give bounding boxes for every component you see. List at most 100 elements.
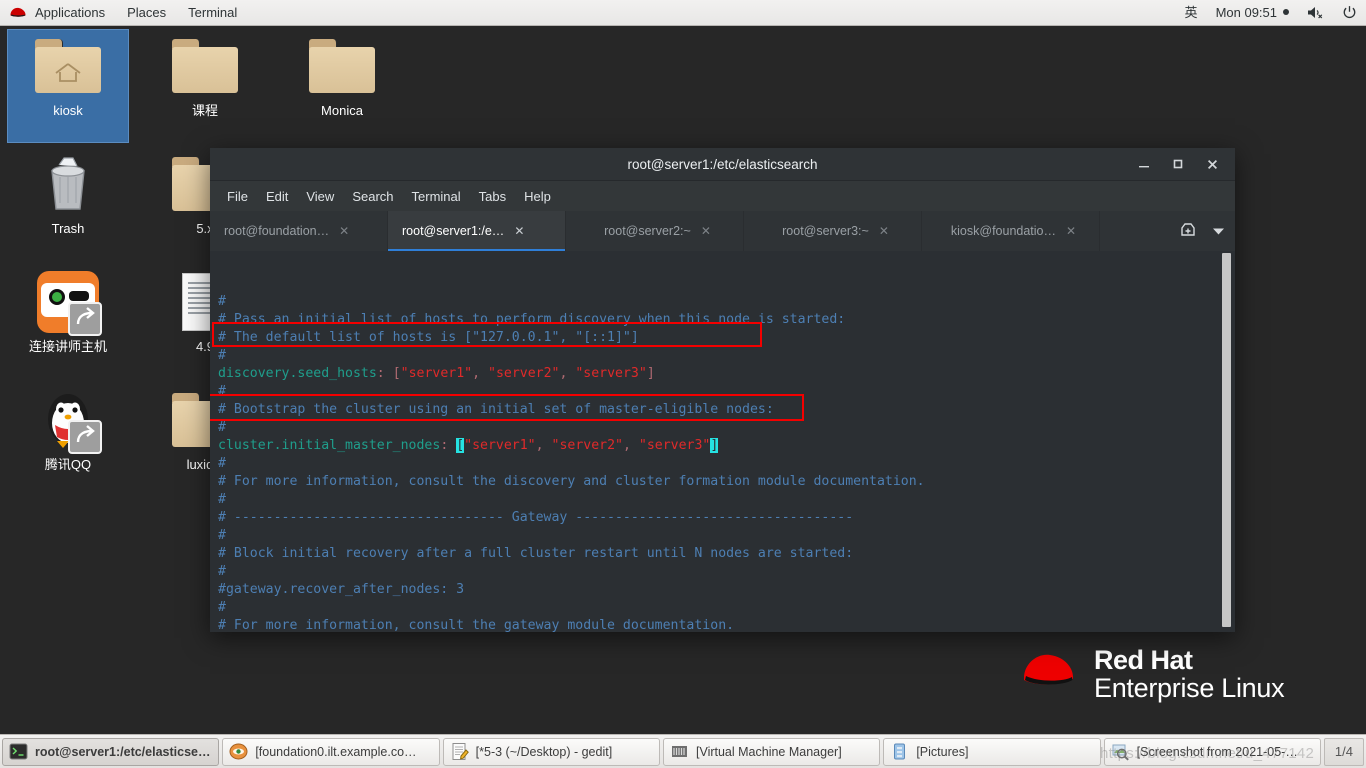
terminal-line: discovery.seed_hosts: ["server1", "serve… <box>218 366 655 381</box>
menu-help[interactable]: Help <box>515 186 560 207</box>
desktop-icon-connect-instructor[interactable]: 连接讲师主机 <box>8 266 128 355</box>
tab-root-server2[interactable]: root@server2:~ ✕ <box>566 211 744 251</box>
desktop: kiosk 课程 Monica Trash 5.x 连接讲师主机 4.9 腾讯Q… <box>0 26 1366 734</box>
files-icon <box>890 742 909 761</box>
input-method-indicator[interactable]: 英 <box>1176 0 1207 25</box>
taskbar-item-label: [Screenshot from 2021-05-… <box>1136 744 1298 759</box>
terminal-line: # <box>218 456 226 471</box>
terminal-scrollbar[interactable] <box>1222 251 1231 632</box>
desktop-icon-label: 连接讲师主机 <box>28 339 107 354</box>
terminal-window: root@server1:/etc/elasticsearch File Edi… <box>210 148 1235 632</box>
terminal-line: # <box>218 528 226 543</box>
folder-icon <box>145 30 265 102</box>
taskbar-item-vncviewer[interactable]: [foundation0.ilt.example.co… <box>222 737 440 766</box>
taskbar-item-label: [*5-3 (~/Desktop) - gedit] <box>475 744 613 759</box>
maximize-button[interactable] <box>1161 148 1195 181</box>
terminal-line: # ---------------------------------- Gat… <box>218 510 854 525</box>
tab-root-foundation[interactable]: root@foundation… ✕ <box>210 211 388 251</box>
scrollbar-thumb[interactable] <box>1222 253 1231 627</box>
desktop-icon-monica[interactable]: Monica <box>282 30 402 119</box>
desktop-icon-qq[interactable]: 腾讯QQ <box>8 384 128 473</box>
image-viewer-icon <box>1111 742 1130 761</box>
redhat-logo-icon[interactable] <box>8 6 28 20</box>
tab-label: root@server3:~ <box>782 224 869 238</box>
terminal-content[interactable]: # # Pass an initial list of hosts to perf… <box>210 251 1235 632</box>
menu-places[interactable]: Places <box>116 0 177 25</box>
menu-applications[interactable]: Applications <box>24 0 116 25</box>
menu-view[interactable]: View <box>297 186 343 207</box>
terminal-line: # <box>218 294 226 309</box>
clock[interactable]: Mon 09:51 <box>1207 0 1298 25</box>
power-icon[interactable] <box>1333 0 1366 25</box>
folder-icon <box>282 30 402 102</box>
tab-label: root@foundation… <box>224 224 330 238</box>
gedit-icon <box>450 742 469 761</box>
redhat-hat-icon <box>1018 650 1080 699</box>
tab-label: root@server1:/e… <box>402 224 505 238</box>
window-titlebar[interactable]: root@server1:/etc/elasticsearch <box>210 148 1235 181</box>
terminal-menubar: File Edit View Search Terminal Tabs Help <box>210 181 1235 211</box>
tab-label: root@server2:~ <box>604 224 691 238</box>
workspace-pager[interactable]: 1/4 <box>1323 737 1364 766</box>
menu-file[interactable]: File <box>218 186 257 207</box>
terminal-line: # For more information, consult the gate… <box>218 618 735 632</box>
desktop-icon-label: Monica <box>321 103 363 118</box>
tab-root-server1[interactable]: root@server1:/e… ✕ <box>388 211 566 251</box>
new-tab-icon[interactable] <box>1180 222 1196 240</box>
terminal-line: # <box>218 384 226 399</box>
taskbar-item-vmm[interactable]: [Virtual Machine Manager] <box>662 737 881 766</box>
home-folder-icon <box>8 30 128 102</box>
terminal-line: cluster.initial_master_nodes: ["server1"… <box>218 438 719 453</box>
terminal-line: # <box>218 420 226 435</box>
taskbar-item-label: [Pictures] <box>916 744 969 759</box>
volume-muted-icon[interactable] <box>1298 0 1333 25</box>
terminal-line: # The default list of hosts is ["127.0.0… <box>218 330 639 345</box>
menu-tabs[interactable]: Tabs <box>470 186 515 207</box>
tab-close-icon[interactable]: ✕ <box>879 224 889 238</box>
desktop-icon-kecheng[interactable]: 课程 <box>145 30 265 119</box>
taskbar-item-gedit[interactable]: [*5-3 (~/Desktop) - gedit] <box>442 737 660 766</box>
menu-edit[interactable]: Edit <box>257 186 297 207</box>
app-shortcut-icon <box>8 266 128 338</box>
taskbar-item-label: [foundation0.ilt.example.co… <box>255 744 417 759</box>
tab-close-icon[interactable]: ✕ <box>701 224 711 238</box>
window-title: root@server1:/etc/elasticsearch <box>627 156 818 172</box>
tab-kiosk-foundation[interactable]: kiosk@foundatio… ✕ <box>922 211 1100 251</box>
menu-search[interactable]: Search <box>343 186 402 207</box>
vmm-icon <box>670 742 689 761</box>
tab-close-icon[interactable]: ✕ <box>1066 224 1076 238</box>
tab-close-icon[interactable]: ✕ <box>339 224 349 238</box>
top-panel: Applications Places Terminal 英 Mon 09:51 <box>0 0 1366 26</box>
terminal-line: # <box>218 492 226 507</box>
taskbar-item-pictures[interactable]: [Pictures] <box>883 737 1101 766</box>
brand-line-2: Enterprise Linux <box>1094 673 1285 704</box>
rhel-brand: Red Hat Enterprise Linux <box>1018 645 1285 704</box>
taskbar-item-terminal[interactable]: root@server1:/etc/elasticse… <box>2 737 220 766</box>
desktop-icon-kiosk[interactable]: kiosk <box>7 29 129 143</box>
taskbar: root@server1:/etc/elasticse… [foundation… <box>0 734 1366 768</box>
desktop-icon-trash[interactable]: Trash <box>8 148 128 237</box>
terminal-line: #gateway.recover_after_nodes: 3 <box>218 582 465 597</box>
terminal-line: # <box>218 600 226 615</box>
terminal-tabbar: root@foundation… ✕ root@server1:/e… ✕ ro… <box>210 211 1235 251</box>
vnc-viewer-icon <box>229 742 248 761</box>
menu-terminal[interactable]: Terminal <box>403 186 470 207</box>
taskbar-item-screenshot[interactable]: [Screenshot from 2021-05-… <box>1103 737 1321 766</box>
terminal-icon <box>9 742 28 761</box>
tab-root-server3[interactable]: root@server3:~ ✕ <box>744 211 922 251</box>
desktop-icon-label: kiosk <box>53 103 83 118</box>
menu-terminal[interactable]: Terminal <box>177 0 248 25</box>
taskbar-item-label: [Virtual Machine Manager] <box>695 744 842 759</box>
tab-label: kiosk@foundatio… <box>950 224 1057 238</box>
trash-icon <box>8 148 128 220</box>
terminal-line: # Block initial recovery after a full cl… <box>218 546 854 561</box>
minimize-button[interactable] <box>1127 148 1161 181</box>
terminal-text: # # Pass an initial list of hosts to perf… <box>218 293 1235 632</box>
brand-line-1: Red Hat <box>1094 645 1193 675</box>
terminal-line: # Bootstrap the cluster using an initial… <box>218 402 774 417</box>
chevron-down-icon[interactable] <box>1212 224 1225 239</box>
close-button[interactable] <box>1195 148 1229 181</box>
tab-close-icon[interactable]: ✕ <box>514 224 524 238</box>
terminal-line: # <box>218 348 226 363</box>
desktop-icon-label: Trash <box>51 221 85 236</box>
